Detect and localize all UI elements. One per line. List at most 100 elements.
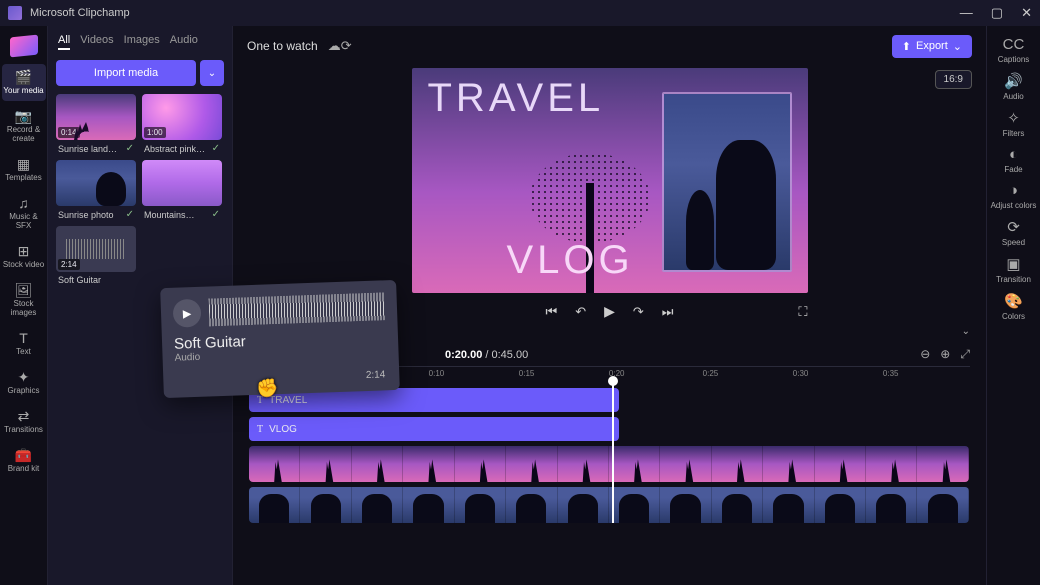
media-tabs: All Videos Images Audio	[48, 26, 232, 54]
window-controls: — ▢ ✕	[960, 5, 1032, 21]
filters-icon: ✧	[1003, 109, 1025, 127]
graphics-icon: ✦	[2, 370, 46, 384]
tab-videos[interactable]: Videos	[80, 34, 113, 50]
rail-adjust-colors[interactable]: ◑Adjust colors	[991, 182, 1037, 210]
rail-templates[interactable]: ▦Templates	[2, 151, 46, 188]
timeline-collapse-button[interactable]: ⌄	[962, 326, 970, 337]
grab-cursor-icon: ✊	[256, 378, 278, 399]
rail-graphics[interactable]: ✦Graphics	[2, 364, 46, 401]
rail-stock-video[interactable]: ⊞Stock video	[2, 238, 46, 275]
skip-end-button[interactable]: ⏭	[662, 304, 674, 320]
rail-stock-images[interactable]: 🖼Stock images	[2, 277, 46, 323]
skip-start-button[interactable]: ⏮	[546, 304, 558, 320]
waveform-icon	[209, 292, 386, 326]
rail-your-media[interactable]: 🎬Your media	[2, 64, 46, 101]
clip-thumbnail	[142, 160, 222, 206]
clip-sunrise-landscape[interactable]: 0:14 Sunrise land…✓	[56, 94, 136, 154]
rail-captions[interactable]: CCCaptions	[998, 36, 1030, 64]
rail-brand-kit[interactable]: 🧰Brand kit	[2, 442, 46, 479]
text-track-2[interactable]: TVLOG	[249, 417, 970, 441]
playhead[interactable]	[612, 384, 614, 523]
cloud-sync-icon[interactable]: ☁⟳	[328, 38, 352, 54]
preview-text-vlog: VLOG	[507, 238, 634, 283]
zoom-out-button[interactable]: ⊖	[920, 347, 930, 362]
upload-icon: ⬆	[902, 40, 911, 53]
camera-icon: 📷	[2, 109, 46, 123]
speaker-icon: 🔊	[1003, 72, 1023, 90]
text-track-1[interactable]: TTRAVEL	[249, 388, 970, 412]
preview-play-button[interactable]: ▶	[173, 299, 202, 328]
tab-images[interactable]: Images	[124, 34, 160, 50]
video-clip-sunrise[interactable]	[249, 446, 969, 482]
templates-icon: ▦	[2, 157, 46, 171]
check-icon: ✓	[212, 143, 220, 154]
zoom-in-button[interactable]: ⊕	[940, 347, 950, 362]
video-icon: ⊞	[2, 244, 46, 258]
video-preview[interactable]: TRAVEL VLOG	[412, 68, 808, 293]
text-icon: T	[257, 424, 263, 435]
right-tool-rail: CCCaptions 🔊Audio ✧Filters ◐Fade ◑Adjust…	[986, 26, 1040, 585]
fullscreen-button[interactable]: ⛶	[798, 304, 807, 320]
rail-music-sfx[interactable]: ♫Music & SFX	[2, 190, 46, 236]
forward-button[interactable]: ↷	[633, 304, 644, 320]
video-track-2[interactable]	[249, 487, 970, 523]
rail-transitions[interactable]: ⇄Transitions	[2, 403, 46, 440]
text-icon: T	[2, 331, 46, 345]
clip-mountains[interactable]: Mountains…✓	[142, 160, 222, 220]
export-button[interactable]: ⬆Export⌄	[892, 35, 972, 58]
speed-icon: ⟳	[1002, 218, 1025, 236]
title-bar: Microsoft Clipchamp — ▢ ✕	[0, 0, 1040, 26]
rail-audio[interactable]: 🔊Audio	[1003, 72, 1023, 101]
timeline-timecode: 0:20.00 / 0:45.00	[445, 349, 528, 361]
drag-clip-duration: 2:14	[366, 369, 386, 381]
left-tool-rail: 🎬Your media 📷Record & create ▦Templates …	[0, 26, 48, 585]
captions-icon: CC	[998, 36, 1030, 53]
clip-soft-guitar[interactable]: 2:14 Soft Guitar	[56, 226, 136, 285]
clip-thumbnail: 1:00	[142, 94, 222, 140]
palette-icon: 🎨	[1002, 292, 1025, 310]
video-track-1[interactable]	[249, 446, 970, 482]
text-clip-vlog[interactable]: TVLOG	[249, 417, 619, 441]
rewind-button[interactable]: ↶	[575, 304, 586, 320]
play-button[interactable]: ▶	[604, 303, 615, 320]
tab-audio[interactable]: Audio	[170, 34, 198, 50]
transport-controls: ⏮ ↶ ▶ ↷ ⏭ ⛶	[412, 303, 808, 320]
aspect-ratio-badge[interactable]: 16:9	[935, 70, 972, 89]
app-logo-icon	[8, 6, 22, 20]
clipchamp-logo-icon	[10, 35, 38, 58]
video-clip-photo[interactable]	[249, 487, 969, 523]
rail-transition[interactable]: ▣Transition	[996, 255, 1031, 284]
rail-filters[interactable]: ✧Filters	[1003, 109, 1025, 138]
check-icon: ✓	[126, 209, 134, 220]
check-icon: ✓	[126, 143, 134, 154]
minimize-button[interactable]: —	[960, 5, 973, 21]
waveform-icon	[66, 239, 126, 259]
rail-text[interactable]: TText	[2, 325, 46, 362]
timeline-tracks: TTRAVEL TVLOG	[233, 384, 986, 523]
media-grid: 0:14 Sunrise land…✓ 1:00 Abstract pink…✓…	[48, 94, 232, 285]
preview-inset-photo	[662, 92, 792, 272]
project-name[interactable]: One to watch	[247, 39, 318, 53]
rail-fade[interactable]: ◐Fade	[1004, 146, 1022, 174]
zoom-fit-button[interactable]: ⤢	[960, 347, 970, 362]
clip-sunrise-photo[interactable]: Sunrise photo✓	[56, 160, 136, 220]
clip-thumbnail: 2:14	[56, 226, 136, 272]
maximize-button[interactable]: ▢	[991, 5, 1003, 21]
transition-icon: ▣	[996, 255, 1031, 273]
adjust-icon: ◑	[991, 182, 1037, 199]
brand-icon: 🧰	[2, 448, 46, 462]
rail-colors[interactable]: 🎨Colors	[1002, 292, 1025, 321]
clip-thumbnail	[56, 160, 136, 206]
preview-text-travel: TRAVEL	[428, 76, 605, 121]
import-dropdown-button[interactable]: ⌄	[200, 60, 224, 86]
fade-icon: ◐	[1004, 146, 1022, 163]
rail-record-create[interactable]: 📷Record & create	[2, 103, 46, 149]
drag-preview-card[interactable]: ▶ Soft Guitar Audio 2:14	[160, 280, 400, 398]
clip-abstract-pink[interactable]: 1:00 Abstract pink…✓	[142, 94, 222, 154]
close-button[interactable]: ✕	[1021, 5, 1032, 21]
image-icon: 🖼	[2, 283, 46, 297]
app-title: Microsoft Clipchamp	[30, 7, 130, 19]
tab-all[interactable]: All	[58, 34, 70, 50]
rail-speed[interactable]: ⟳Speed	[1002, 218, 1025, 247]
import-media-button[interactable]: Import media	[56, 60, 196, 86]
